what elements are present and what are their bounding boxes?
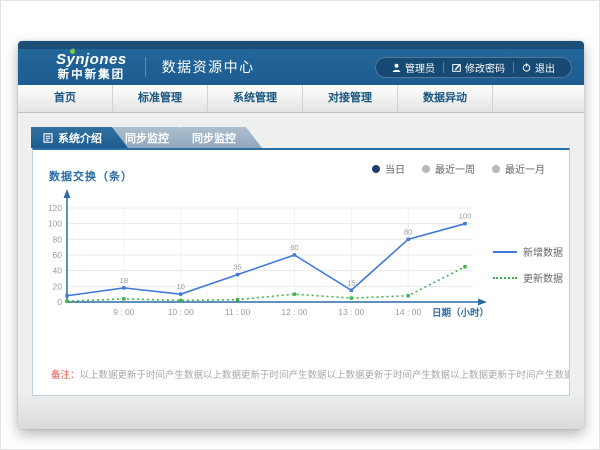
svg-text:日期（小时）: 日期（小时） xyxy=(432,307,489,319)
svg-text:80: 80 xyxy=(404,227,412,236)
logout-label: 退出 xyxy=(535,60,555,75)
user-icon xyxy=(392,63,401,72)
svg-text:13 : 00: 13 : 00 xyxy=(338,307,364,317)
filter-label: 当日 xyxy=(385,161,405,176)
svg-text:60: 60 xyxy=(290,243,298,252)
nav-item-standard-mgmt[interactable]: 标准管理 xyxy=(113,85,208,112)
filter-last-month[interactable]: 最近一月 xyxy=(492,161,545,176)
footnote: 备注：以上数据更新于时间产生数据以上数据更新于时间产生数据以上数据更新于时间产生… xyxy=(33,367,569,381)
svg-text:0: 0 xyxy=(57,297,62,307)
brand-logo: Synjones 新中新集团 xyxy=(56,52,127,82)
footnote-text: 以上数据更新于时间产生数据以上数据更新于时间产生数据以上数据更新于时间产生数据以… xyxy=(80,370,569,381)
svg-text:11 : 00: 11 : 00 xyxy=(225,307,251,317)
radio-selected-icon xyxy=(372,165,380,173)
screenshot-canvas: Synjones 新中新集团 数据资源中心 管理员 xyxy=(0,0,600,450)
line-chart: 0 20 40 60 80 100 120 9 : 00 10 : 00 11 : 00 12 : … xyxy=(41,184,493,334)
legend-item-new-data[interactable]: 新增数据 xyxy=(493,244,569,259)
chart-row: 0 20 40 60 80 100 120 9 : 00 10 : 00 11 : 00 12 : … xyxy=(33,184,569,334)
nav-item-system-mgmt[interactable]: 系统管理 xyxy=(208,85,303,112)
filter-today[interactable]: 当日 xyxy=(372,161,405,176)
svg-text:14 : 00: 14 : 00 xyxy=(395,307,421,317)
tab-bar: 系统介绍 同步监控 同步监控 xyxy=(31,127,584,148)
legend-label: 新增数据 xyxy=(523,244,563,259)
change-password-label: 修改密码 xyxy=(465,60,505,75)
svg-text:40: 40 xyxy=(53,266,63,276)
svg-text:100: 100 xyxy=(48,219,62,229)
svg-text:80: 80 xyxy=(53,234,63,244)
content-area: 系统介绍 同步监控 同步监控 当日 最近一周 xyxy=(18,113,584,429)
filter-label: 最近一周 xyxy=(435,161,475,176)
svg-text:10: 10 xyxy=(177,282,185,291)
svg-text:12 : 00: 12 : 00 xyxy=(281,307,307,317)
nav-item-data-change[interactable]: 数据异动 xyxy=(398,85,493,112)
svg-text:9 : 00: 9 : 00 xyxy=(113,307,135,317)
svg-text:100: 100 xyxy=(459,212,472,221)
filter-last-week[interactable]: 最近一周 xyxy=(422,161,475,176)
user-menu: 管理员 修改密码 退出 xyxy=(375,57,572,78)
legend-label: 更新数据 xyxy=(523,270,563,285)
edit-icon xyxy=(452,63,461,72)
svg-text:15: 15 xyxy=(347,278,355,287)
svg-text:60: 60 xyxy=(53,250,63,260)
chart-legend: 新增数据 更新数据 xyxy=(493,184,569,334)
svg-text:120: 120 xyxy=(48,203,62,213)
time-range-filters: 当日 最近一周 最近一月 xyxy=(372,161,545,176)
brand-name-cn: 新中新集团 xyxy=(56,70,127,82)
app-header: Synjones 新中新集团 数据资源中心 管理员 xyxy=(18,49,584,85)
tab-system-intro[interactable]: 系统介绍 xyxy=(31,127,128,148)
tab-label: 系统介绍 xyxy=(58,130,102,146)
tab-label: 同步监控 xyxy=(125,130,169,146)
page-title: 数据资源中心 xyxy=(145,57,255,77)
main-nav: 首页 标准管理 系统管理 对接管理 数据异动 xyxy=(18,85,584,113)
chart-panel: 当日 最近一周 最近一月 数据交换（条） 0204060801001209 : … xyxy=(32,148,570,396)
header-top-strip xyxy=(18,41,584,49)
svg-text:35: 35 xyxy=(233,263,241,272)
power-icon xyxy=(522,63,531,72)
svg-text:18: 18 xyxy=(120,276,128,285)
logout-button[interactable]: 退出 xyxy=(514,60,563,75)
document-icon xyxy=(43,133,53,143)
app-window: Synjones 新中新集团 数据资源中心 管理员 xyxy=(18,41,584,429)
svg-text:20: 20 xyxy=(53,281,63,291)
nav-item-home[interactable]: 首页 xyxy=(18,85,113,112)
filter-label: 最近一月 xyxy=(505,161,545,176)
tab-label: 同步监控 xyxy=(192,130,236,146)
brand-name-en: Synjones xyxy=(56,52,127,67)
admin-user-label: 管理员 xyxy=(405,60,435,75)
green-dotted-line-sample xyxy=(493,277,517,279)
radio-unselected-icon xyxy=(422,165,430,173)
footnote-separator: ： xyxy=(70,370,80,381)
admin-user-button[interactable]: 管理员 xyxy=(384,60,443,75)
radio-unselected-icon xyxy=(492,165,500,173)
footnote-label: 备注 xyxy=(51,370,70,381)
change-password-button[interactable]: 修改密码 xyxy=(444,60,513,75)
nav-item-interface-mgmt[interactable]: 对接管理 xyxy=(303,85,398,112)
svg-text:10 : 00: 10 : 00 xyxy=(168,307,194,317)
blue-line-sample xyxy=(493,251,517,253)
legend-item-updated-data[interactable]: 更新数据 xyxy=(493,270,569,285)
